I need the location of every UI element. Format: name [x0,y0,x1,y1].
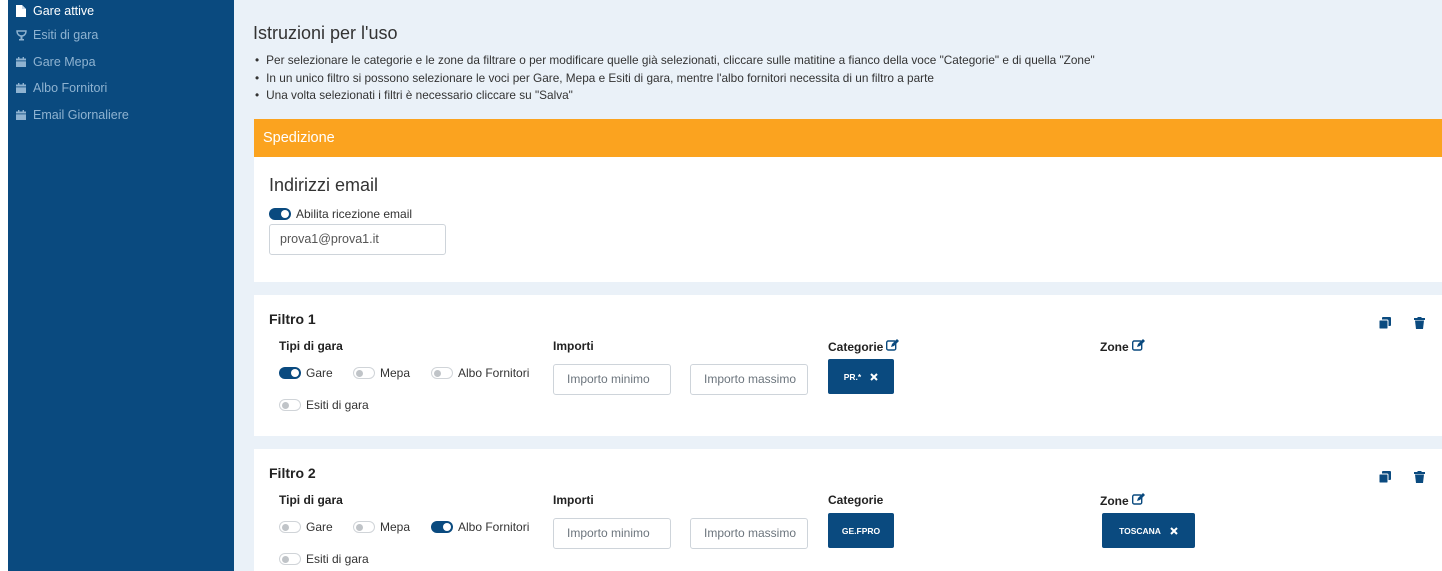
importo-max-input[interactable]: Importo massimo [690,364,808,395]
edit-icon[interactable] [1131,339,1145,354]
zone-label-text: Zone [1100,339,1129,354]
mepa-toggle[interactable] [353,367,375,379]
instructions-title: Istruzioni per l'uso [253,23,398,43]
gare-toggle-label: Gare [306,520,333,534]
sidebar-item-label: Gare Mepa [33,54,96,69]
calendar-icon [15,56,27,68]
albo-toggle-row: Albo Fornitori [431,520,529,534]
trash-icon[interactable] [1414,471,1425,483]
albo-toggle-label: Albo Fornitori [458,520,530,534]
edit-icon[interactable] [886,339,900,354]
esiti-toggle[interactable] [279,399,301,411]
gare-toggle-row: Gare [279,366,333,380]
esiti-toggle-row: Esiti di gara [279,398,369,412]
email-enable-toggle[interactable] [269,208,291,220]
tipi-label-text: Tipi di gara [279,493,343,507]
trophy-icon [15,29,27,41]
close-icon[interactable] [1170,526,1178,535]
instruction-item: Per selezionare le categorie e le zone d… [255,52,1095,70]
gare-toggle[interactable] [279,367,301,379]
esiti-toggle-label: Esiti di gara [306,552,369,566]
importi-label: Importi [553,493,594,507]
filter-card: Filtro 1 Tipi di gara Importi Categorie … [254,295,1442,436]
categorie-label: Categorie [828,493,883,507]
sidebar-item-label: Gare attive [33,4,95,18]
tipi-label: Tipi di gara [279,493,343,507]
albo-toggle-row: Albo Fornitori [431,366,529,380]
zone-label: Zone [1100,493,1145,508]
importo-max-input[interactable]: Importo massimo [690,518,808,549]
importi-label-text: Importi [553,493,594,507]
categoria-chip-label: GE.FPRO [841,525,881,536]
spedizione-header: Spedizione [254,119,1442,157]
importo-min-input[interactable]: Importo minimo [553,518,671,549]
sidebar-item-gare-attive[interactable]: Gare attive [8,0,234,22]
categorie-label-text: Categorie [828,493,884,507]
sidebar-item-email-giornaliere[interactable]: Email Giornaliere [8,102,234,129]
zone-label: Zone [1100,339,1145,354]
calendar-icon [15,82,27,94]
zona-chip-label: TOSCANA [1119,525,1161,536]
categoria-chip-label: PR.* [843,371,862,382]
importo-min-input[interactable]: Importo minimo [553,364,671,395]
spedizione-card: Spedizione Indirizzi email Abilita ricez… [254,119,1442,282]
sidebar-item-label: Email Giornaliere [33,107,129,122]
esiti-toggle-label: Esiti di gara [306,398,369,412]
sidebar-item-esiti-di-gara[interactable]: Esiti di gara [8,22,234,49]
filter-card: Filtro 2 Tipi di gara Importi Categorie … [254,449,1442,571]
tipi-label: Tipi di gara [279,339,343,353]
sidebar-item-label: Esiti di gara [33,28,99,43]
email-toggle-row: Abilita ricezione email [269,207,412,221]
tipi-label-text: Tipi di gara [279,339,343,353]
esiti-toggle-row: Esiti di gara [279,552,369,566]
edit-icon[interactable] [1131,493,1145,508]
email-field[interactable]: prova1@prova1.it [269,224,446,255]
email-section-title: Indirizzi email [269,175,379,195]
sidebar-item-albo-fornitori[interactable]: Albo Fornitori [8,75,234,102]
gare-toggle-label: Gare [306,366,333,380]
calendar-icon [15,109,27,121]
sidebar-item-label: Albo Fornitori [33,81,108,96]
albo-toggle[interactable] [431,367,453,379]
filter-title: Filtro 2 [269,465,316,481]
categorie-label-text: Categorie [828,339,884,354]
trash-icon[interactable] [1414,317,1425,329]
mepa-toggle-row: Mepa [353,520,410,534]
instructions-list: Per selezionare le categorie e le zone d… [255,52,1095,105]
mepa-toggle-label: Mepa [380,366,411,380]
mepa-toggle-row: Mepa [353,366,410,380]
categoria-chip[interactable]: GE.FPRO [828,513,894,548]
main-content: Istruzioni per l'uso Per selezionare le … [234,0,1442,571]
filter-title: Filtro 1 [269,311,316,327]
gare-toggle[interactable] [279,521,301,533]
albo-toggle-label: Albo Fornitori [458,366,530,380]
zone-label-text: Zone [1100,493,1129,508]
close-icon[interactable] [870,372,878,381]
sidebar: Gare attive Esiti di gara Gare Mepa Albo… [8,0,234,571]
instruction-item: Una volta selezionati i filtri è necessa… [255,87,1095,105]
albo-toggle[interactable] [431,521,453,533]
zona-chip[interactable]: TOSCANA [1102,513,1195,548]
copy-icon[interactable] [1379,317,1391,329]
instruction-item: In un unico filtro si possono selezionar… [255,70,1095,88]
importi-label-text: Importi [553,339,594,353]
mepa-toggle[interactable] [353,521,375,533]
importi-label: Importi [553,339,594,353]
email-toggle-label: Abilita ricezione email [296,207,413,221]
copy-icon[interactable] [1379,471,1391,483]
categoria-chip[interactable]: PR.* [828,359,894,394]
sidebar-item-gare-mepa[interactable]: Gare Mepa [8,49,234,76]
document-icon [15,5,27,17]
categorie-label: Categorie [828,339,900,354]
esiti-toggle[interactable] [279,553,301,565]
gare-toggle-row: Gare [279,520,333,534]
mepa-toggle-label: Mepa [380,520,411,534]
